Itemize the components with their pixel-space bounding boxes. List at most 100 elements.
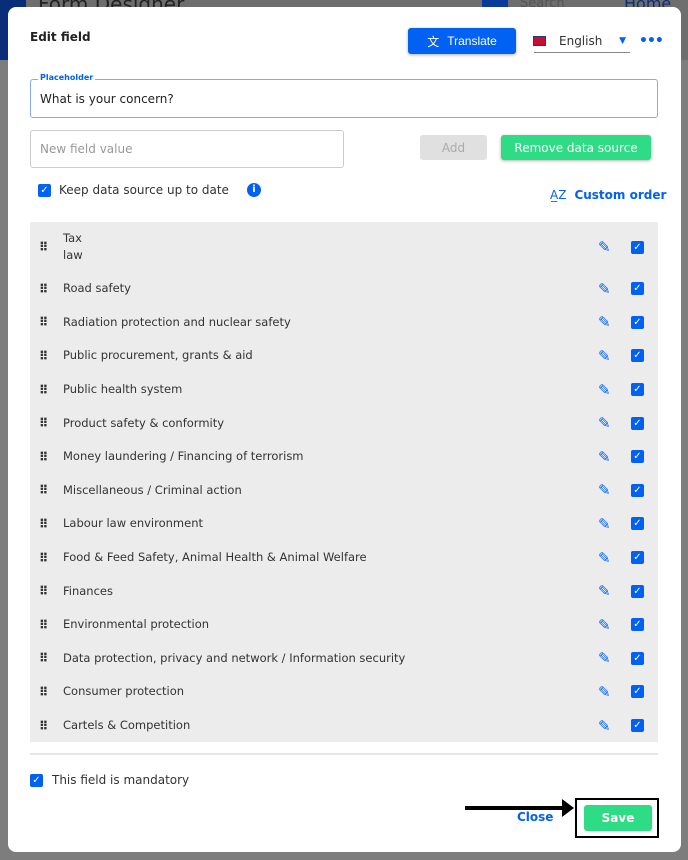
edit-pencil-icon[interactable]: ✎ — [598, 649, 611, 667]
chevron-down-icon: ▼ — [619, 35, 626, 46]
mandatory-option[interactable]: ✓ This field is mandatory — [30, 773, 189, 787]
translate-button[interactable]: 文 Translate — [408, 28, 516, 54]
item-checkbox[interactable]: ✓ — [631, 349, 644, 363]
item-checkbox[interactable]: ✓ — [631, 483, 644, 497]
remove-data-source-button[interactable]: Remove data source — [501, 135, 651, 160]
edit-pencil-icon[interactable]: ✎ — [598, 515, 611, 533]
item-checkbox[interactable]: ✓ — [631, 685, 644, 699]
edit-pencil-icon[interactable]: ✎ — [598, 414, 611, 432]
list-item: ⠿ Radiation protection and nuclear safet… — [30, 306, 658, 340]
drag-handle-icon[interactable]: ⠿ — [39, 316, 49, 328]
item-checkbox[interactable]: ✓ — [631, 240, 644, 254]
edit-field-dialog: Edit field 文 Translate English ▼ ••• Place… — [8, 7, 681, 852]
edit-pencil-icon[interactable]: ✎ — [598, 313, 611, 331]
sort-az-icon: A̲Z — [550, 188, 567, 202]
item-checkbox[interactable]: ✓ — [631, 282, 644, 296]
save-highlight-box: Save — [575, 798, 659, 838]
drag-handle-icon[interactable]: ⠿ — [39, 350, 49, 362]
drag-handle-icon[interactable]: ⠿ — [39, 652, 49, 664]
placeholder-value: What is your concern? — [40, 92, 174, 106]
list-item: ⠿ Consumer protection ✎ ✓ — [30, 675, 658, 709]
list-item: ⠿ Money laundering / Financing of terror… — [30, 440, 658, 474]
edit-pencil-icon[interactable]: ✎ — [598, 582, 611, 600]
item-label: Labour law environment — [63, 516, 204, 531]
list-item: ⠿ Public procurement, grants & aid ✎ ✓ — [30, 339, 658, 373]
drag-handle-icon[interactable]: ⠿ — [39, 417, 49, 429]
item-label: Public health system — [63, 382, 183, 397]
list-item: ⠿ Public health system ✎ ✓ — [30, 373, 658, 407]
list-item: ⠿ Miscellaneous / Criminal action ✎ ✓ — [30, 474, 658, 508]
item-label: Tax law — [63, 231, 83, 262]
mandatory-checkbox[interactable]: ✓ — [30, 773, 43, 787]
language-select[interactable]: English ▼ — [533, 29, 630, 53]
keep-up-to-date-checkbox[interactable]: ✓ — [38, 183, 51, 197]
item-checkbox[interactable]: ✓ — [631, 584, 644, 598]
custom-order-button[interactable]: A̲Z Custom order — [550, 188, 666, 202]
list-item: ⠿ Labour law environment ✎ ✓ — [30, 507, 658, 541]
new-field-value-input[interactable]: New field value — [30, 130, 344, 168]
edit-pencil-icon[interactable]: ✎ — [598, 717, 611, 735]
keep-up-to-date-option[interactable]: ✓ Keep data source up to date i — [38, 183, 261, 197]
data-source-list: ⠿ Tax law ✎ ✓ ⠿ Road safety ✎ ✓ ⠿ Radiatio… — [30, 222, 658, 742]
info-icon[interactable]: i — [246, 183, 261, 197]
list-item: ⠿ Road safety ✎ ✓ — [30, 272, 658, 306]
edit-pencil-icon[interactable]: ✎ — [598, 238, 611, 256]
item-checkbox[interactable]: ✓ — [631, 383, 644, 397]
item-checkbox[interactable]: ✓ — [631, 651, 644, 665]
drag-handle-icon[interactable]: ⠿ — [39, 552, 49, 564]
keep-up-to-date-label: Keep data source up to date — [59, 183, 229, 197]
custom-order-label: Custom order — [574, 188, 667, 202]
annotation-arrow — [465, 806, 565, 810]
item-label: Consumer protection — [63, 684, 185, 699]
item-checkbox[interactable]: ✓ — [631, 719, 644, 733]
drag-handle-icon[interactable]: ⠿ — [39, 241, 49, 253]
list-item: ⠿ Finances ✎ ✓ — [30, 574, 658, 608]
list-item: ⠿ Environmental protection ✎ ✓ — [30, 608, 658, 642]
more-options-icon[interactable]: ••• — [639, 33, 664, 49]
item-checkbox[interactable]: ✓ — [631, 450, 644, 464]
item-checkbox[interactable]: ✓ — [631, 551, 644, 565]
drag-handle-icon[interactable]: ⠿ — [39, 283, 49, 295]
item-label: Environmental protection — [63, 617, 210, 632]
item-checkbox[interactable]: ✓ — [631, 618, 644, 632]
item-label: Food & Feed Safety, Animal Health & Anim… — [63, 550, 367, 565]
drag-handle-icon[interactable]: ⠿ — [39, 451, 49, 463]
edit-pencil-icon[interactable]: ✎ — [598, 549, 611, 567]
drag-handle-icon[interactable]: ⠿ — [39, 518, 49, 530]
edit-pencil-icon[interactable]: ✎ — [598, 683, 611, 701]
add-button[interactable]: Add — [420, 135, 487, 160]
item-checkbox[interactable]: ✓ — [631, 315, 644, 329]
item-label: Cartels & Competition — [63, 718, 191, 733]
edit-pencil-icon[interactable]: ✎ — [598, 448, 611, 466]
divider — [30, 753, 658, 755]
drag-handle-icon[interactable]: ⠿ — [39, 686, 49, 698]
item-checkbox[interactable]: ✓ — [631, 416, 644, 430]
item-checkbox[interactable]: ✓ — [631, 517, 644, 531]
placeholder-input[interactable]: Placeholder What is your concern? — [30, 73, 658, 118]
close-button[interactable]: Close — [517, 810, 553, 824]
item-label: Miscellaneous / Criminal action — [63, 482, 242, 497]
item-label: Data protection, privacy and network / I… — [63, 650, 406, 665]
item-label: Finances — [63, 583, 113, 598]
drag-handle-icon[interactable]: ⠿ — [39, 384, 49, 396]
annotation-arrowhead — [562, 799, 574, 817]
uk-flag-icon — [533, 35, 546, 46]
language-value: English — [559, 33, 603, 48]
dialog-title: Edit field — [30, 30, 91, 44]
edit-pencil-icon[interactable]: ✎ — [598, 481, 611, 499]
edit-pencil-icon[interactable]: ✎ — [598, 381, 611, 399]
edit-pencil-icon[interactable]: ✎ — [598, 347, 611, 365]
drag-handle-icon[interactable]: ⠿ — [39, 484, 49, 496]
translate-label: Translate — [447, 34, 497, 48]
edit-pencil-icon[interactable]: ✎ — [598, 616, 611, 634]
item-label: Money laundering / Financing of terroris… — [63, 449, 304, 464]
list-item: ⠿ Food & Feed Safety, Animal Health & An… — [30, 541, 658, 575]
drag-handle-icon[interactable]: ⠿ — [39, 619, 49, 631]
item-label: Road safety — [63, 281, 131, 296]
drag-handle-icon[interactable]: ⠿ — [39, 585, 49, 597]
list-item: ⠿ Product safety & conformity ✎ ✓ — [30, 406, 658, 440]
save-button[interactable]: Save — [584, 805, 652, 831]
edit-pencil-icon[interactable]: ✎ — [598, 280, 611, 298]
item-label: Radiation protection and nuclear safety — [63, 314, 291, 329]
drag-handle-icon[interactable]: ⠿ — [39, 720, 49, 732]
